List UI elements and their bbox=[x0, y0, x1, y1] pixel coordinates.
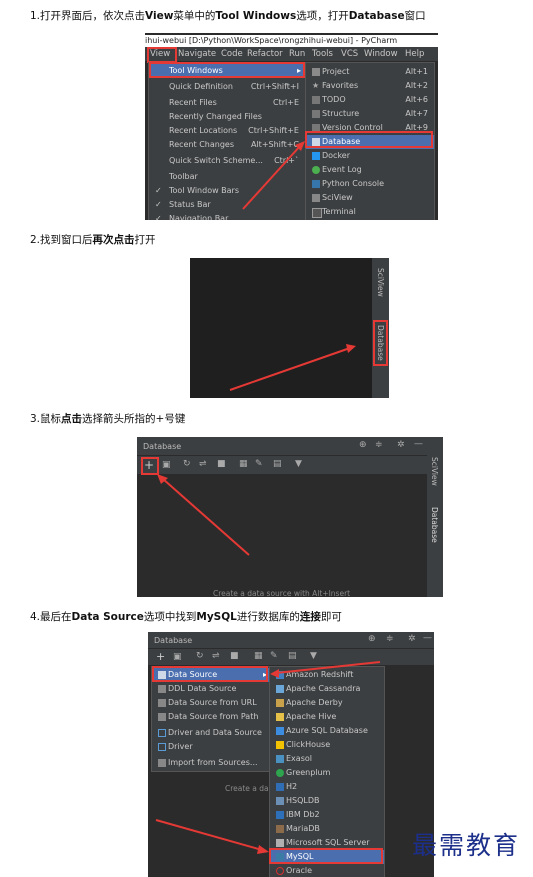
step-1-text: 1.打开界面后，依次点击View菜单中的Tool Windows选项，打开Dat… bbox=[30, 10, 426, 22]
arrow-annotation bbox=[155, 661, 381, 854]
step-2-text: 2.找到窗口后再次点击打开 bbox=[30, 234, 156, 246]
step-4-text: 4.最后在Data Source选项中找到MySQL进行数据库的连接即可 bbox=[30, 611, 342, 623]
step-3-text: 3.鼠标点击选择箭头所指的+号键 bbox=[30, 413, 186, 425]
screenshot-view-menu: ihui-webui [D:\Python\WorkSpace\rongzhih… bbox=[145, 33, 438, 220]
arrow-annotation bbox=[157, 474, 250, 556]
arrow-annotation bbox=[242, 141, 305, 210]
screenshot-data-source-menu: Database ⊕ ≑ ✲ — + ▣ ↻ ⇌ ■ ▦ ✎ ▤ ▼ Creat… bbox=[148, 632, 434, 877]
screenshot-database-tab: SciView Database bbox=[190, 258, 389, 398]
screenshot-database-panel: Database ⊕ ≑ ✲ — + ▣ ↻ ⇌ ■ ▦ ✎ ▤ ▼ Creat… bbox=[137, 437, 443, 597]
arrow-annotation bbox=[229, 344, 356, 391]
watermark-logo: 最需教育 bbox=[412, 831, 521, 860]
